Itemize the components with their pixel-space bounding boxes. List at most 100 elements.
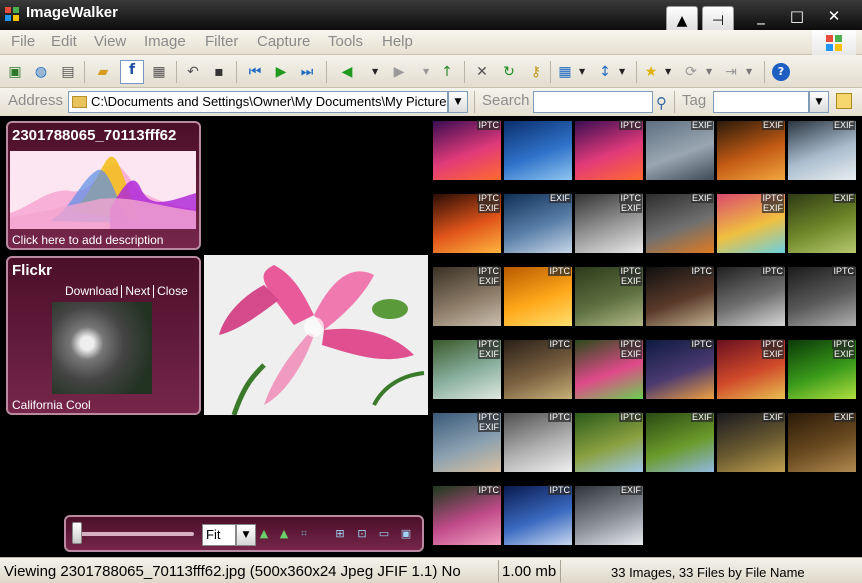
thumbnail-item[interactable]: IPTC [574,120,644,180]
mountain-large-icon[interactable]: ▲ [276,527,292,541]
thumbnail-item[interactable]: EXIF [787,193,857,253]
thumbnail-item[interactable]: EXIF [645,412,715,472]
back-dropdown-icon[interactable]: ▼ [372,67,378,76]
thumbnail-view-icon[interactable]: ▦ [556,63,574,81]
thumbnail-item[interactable]: IPTC [503,339,573,399]
thumbnail-item[interactable]: IPTC EXIF [432,339,502,399]
tag-dropdown-button[interactable]: ▼ [809,91,829,113]
thumbnail-item[interactable]: EXIF [645,193,715,253]
print-icon[interactable]: ▤ [59,63,77,81]
globe-icon[interactable]: ◍ [32,63,50,81]
export-dropdown-icon[interactable]: ▼ [746,67,752,76]
slideshow-icon[interactable]: ▭ [376,527,392,541]
details-icon[interactable]: ▦ [150,63,168,81]
close-window-button[interactable]: ✕ [823,8,845,24]
forward-arrow-icon[interactable]: ▶ [390,63,408,81]
undo-icon[interactable]: ↶ [184,63,202,81]
minimize-button[interactable]: _ [750,8,772,24]
thumbnail-item[interactable]: IPTC [503,485,573,545]
thumbnail-item[interactable]: IPTC [503,412,573,472]
mountain-small-icon[interactable]: ▲ [256,527,272,541]
thumbnail-item[interactable]: IPTC [645,266,715,326]
help-icon[interactable]: ? [772,63,790,81]
search-input[interactable] [533,91,653,113]
export-icon[interactable]: ⇥ [722,63,740,81]
thumbnail-item[interactable] [503,120,573,180]
thumbnail-item[interactable]: IPTC EXIF [432,412,502,472]
thumbnail-item[interactable]: IPTC EXIF [432,193,502,253]
thumbnail-item[interactable]: IPTC [432,120,502,180]
thumbnail-item[interactable]: EXIF [645,120,715,180]
tag-input[interactable] [713,91,809,113]
zoom-mode-dropdown[interactable]: ▼ [236,524,256,546]
menu-help[interactable]: Help [382,33,413,50]
favorites-star-icon[interactable]: ★ [642,63,660,81]
menu-edit[interactable]: Edit [51,33,77,50]
folder-up-icon[interactable]: ↑ [438,63,456,81]
sort-icon[interactable]: ↕ [596,63,614,81]
exif-badge: EXIF [619,276,642,286]
key-icon[interactable]: ⚷ [527,63,545,81]
menu-tools[interactable]: Tools [328,33,363,50]
rotate-dropdown-icon[interactable]: ▼ [706,67,712,76]
favorites-dropdown-icon[interactable]: ▼ [665,67,671,76]
thumbnail-item[interactable]: IPTC [574,412,644,472]
thumbnail-item[interactable]: IPTC [503,266,573,326]
thumbnail-item[interactable]: IPTC EXIF [574,266,644,326]
forward-dropdown-icon[interactable]: ▼ [423,67,429,76]
menu-view[interactable]: View [94,33,126,50]
view-dropdown-icon[interactable]: ▼ [579,67,585,76]
image-icon[interactable]: ▣ [6,63,24,81]
thumbnail-item[interactable]: EXIF [716,120,786,180]
flickr-panel: Flickr Download Next Close California Cool [6,256,201,415]
thumbnail-item[interactable]: IPTC [645,339,715,399]
open-folder-icon[interactable]: ▰ [94,63,112,81]
menu-capture[interactable]: Capture [257,33,310,50]
zoom-slider-track[interactable] [74,532,194,536]
delete-icon[interactable]: ✕ [473,63,491,81]
fullscreen-icon[interactable]: ▣ [398,527,414,541]
thumbnail-item[interactable]: IPTC EXIF [787,339,857,399]
last-icon[interactable]: ⏭ [298,63,316,81]
zoom-fit-icon[interactable]: ⊞ [332,527,348,541]
thumbnail-item[interactable]: IPTC EXIF [716,339,786,399]
thumbnail-item[interactable]: IPTC EXIF [716,193,786,253]
first-icon[interactable]: ⏮ [246,63,264,81]
image-description[interactable]: Click here to add description [12,233,163,247]
thumbnail-item[interactable]: IPTC [787,266,857,326]
address-dropdown-button[interactable]: ▼ [448,91,468,113]
thumbnail-item[interactable]: IPTC EXIF [574,339,644,399]
maximize-button[interactable]: □ [786,8,808,24]
zoom-slider-handle[interactable] [72,522,82,544]
flickr-next-link[interactable]: Next [123,284,152,298]
thumbnail-item[interactable]: EXIF [574,485,644,545]
tag-list-icon[interactable] [836,93,852,109]
menu-image[interactable]: Image [144,33,186,50]
play-icon[interactable]: ▶ [272,63,290,81]
save-icon[interactable]: ▪ [210,63,228,81]
flickr-download-link[interactable]: Download [63,284,120,298]
thumbnail-item[interactable]: EXIF [787,120,857,180]
back-arrow-icon[interactable]: ◀ [338,63,356,81]
facebook-icon[interactable]: f [120,60,144,84]
sort-dropdown-icon[interactable]: ▼ [619,67,625,76]
thumbnail-item[interactable]: IPTC EXIF [574,193,644,253]
flickr-photo-thumbnail[interactable] [52,302,152,394]
actual-size-icon[interactable]: ⊡ [354,527,370,541]
thumbnail-item[interactable]: EXIF [787,412,857,472]
crop-icon[interactable]: ⌗ [296,527,312,541]
thumbnail-item[interactable]: IPTC EXIF [432,266,502,326]
thumbnail-item[interactable]: EXIF [716,412,786,472]
main-image-preview[interactable] [204,255,428,416]
menu-filter[interactable]: Filter [205,33,238,50]
address-input[interactable]: C:\Documents and Settings\Owner\My Docum… [68,91,448,113]
refresh-icon[interactable]: ↻ [500,63,518,81]
zoom-mode-select[interactable]: Fit [202,524,236,546]
flickr-close-link[interactable]: Close [155,284,190,298]
thumbnail-item[interactable]: EXIF [503,193,573,253]
search-icon[interactable]: ⚲ [656,94,667,112]
menu-file[interactable]: File [11,33,35,50]
thumbnail-item[interactable]: IPTC [432,485,502,545]
thumbnail-item[interactable]: IPTC [716,266,786,326]
rotate-icon[interactable]: ⟳ [682,63,700,81]
